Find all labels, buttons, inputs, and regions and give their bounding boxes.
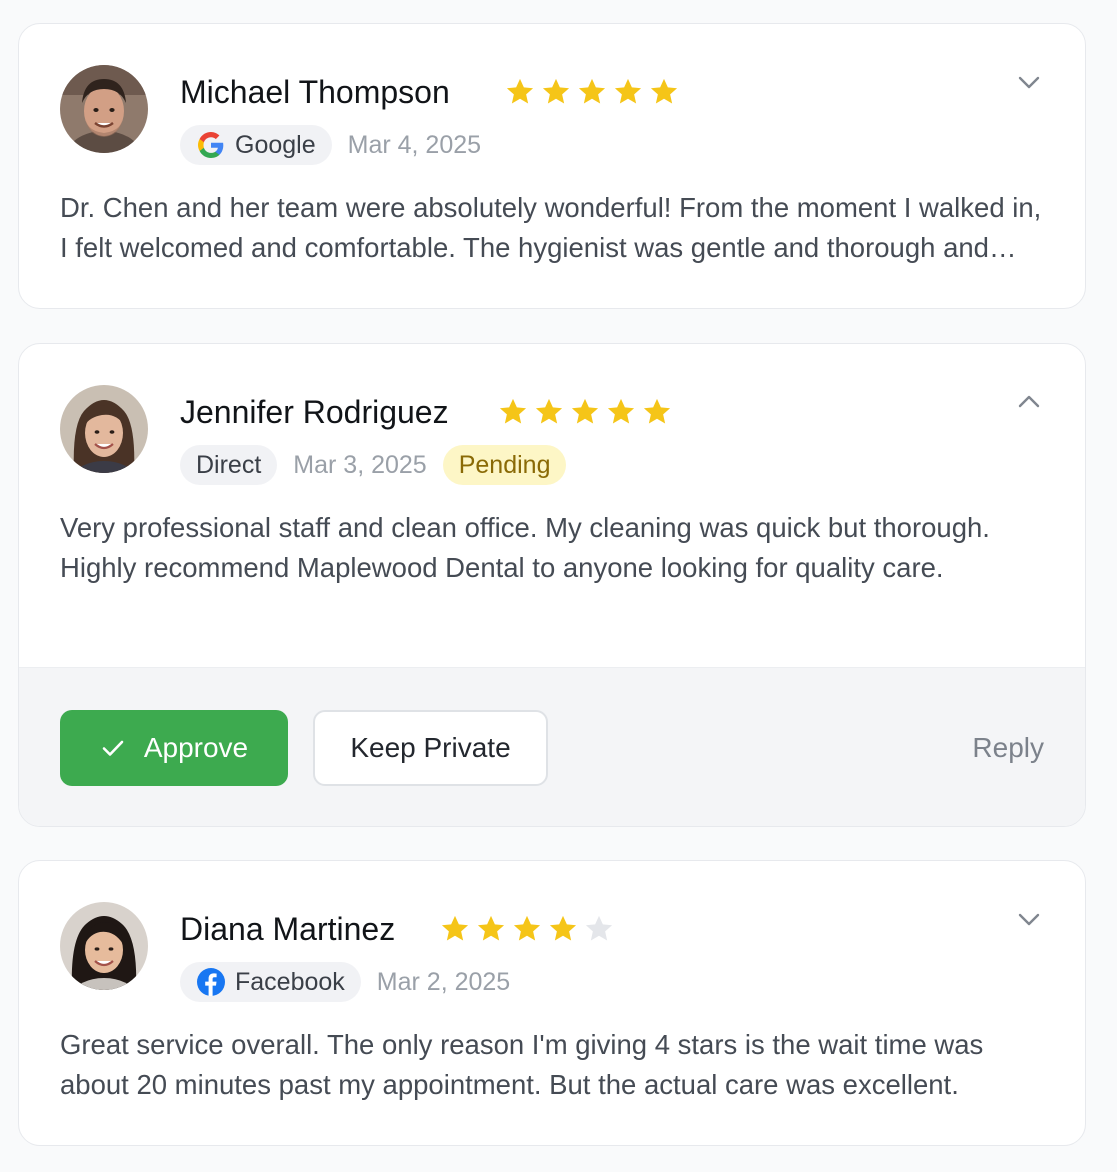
star-filled-icon (513, 915, 541, 941)
source-badge: Google (180, 125, 332, 165)
star-filled-icon (441, 915, 469, 941)
star-filled-icon (650, 78, 678, 104)
review-date: Mar 3, 2025 (293, 450, 427, 479)
source-label: Direct (196, 450, 262, 479)
avatar (60, 902, 148, 990)
review-text: Great service overall. The only reason I… (60, 1029, 984, 1100)
check-icon (102, 740, 124, 756)
star-filled-icon (535, 398, 563, 424)
reviewer-name: Jennifer Rodriguez (180, 394, 449, 430)
source-label: Facebook (235, 967, 345, 996)
approve-button[interactable]: Approve (60, 710, 288, 786)
star-rating (504, 72, 680, 112)
star-filled-icon (607, 398, 635, 424)
star-rating (497, 392, 673, 432)
reviews-list: Michael Thompson Google Mar 4, 2025 Dr. … (0, 0, 1117, 1172)
review-meta: Facebook Mar 2, 2025 (180, 962, 510, 1002)
source-badge: Direct (180, 445, 278, 485)
review-text: Dr. Chen and her team were absolutely wo… (60, 192, 1042, 263)
star-filled-icon (643, 398, 671, 424)
avatar (60, 385, 148, 473)
star-filled-icon (549, 915, 577, 941)
reviewer-name: Diana Martinez (180, 911, 396, 947)
review-actions: Approve Keep Private Reply (19, 667, 1085, 826)
review-date: Mar 4, 2025 (347, 130, 482, 159)
reviewer-name: Michael Thompson (180, 74, 450, 110)
review-meta: Google Mar 4, 2025 (180, 125, 481, 165)
star-filled-icon (614, 78, 642, 104)
chevron-down-icon[interactable] (1015, 68, 1043, 96)
google-icon (196, 130, 226, 160)
review-date: Mar 2, 2025 (376, 967, 511, 996)
review-meta: Direct Mar 3, 2025 Pending (180, 445, 567, 485)
reply-button[interactable]: Reply (972, 710, 1044, 786)
star-empty-icon (585, 915, 613, 941)
review-card[interactable]: Michael Thompson Google Mar 4, 2025 Dr. … (18, 23, 1086, 309)
review-card[interactable]: Jennifer Rodriguez Direct Mar 3, 2025 Pe… (18, 343, 1086, 827)
chevron-down-icon[interactable] (1015, 905, 1043, 933)
review-text: Very professional staff and clean office… (60, 512, 990, 583)
avatar (60, 65, 148, 153)
source-label: Google (235, 130, 316, 159)
star-filled-icon (477, 915, 505, 941)
star-filled-icon (578, 78, 606, 104)
star-filled-icon (542, 78, 570, 104)
keep-private-button[interactable]: Keep Private (313, 710, 548, 786)
star-filled-icon (499, 398, 527, 424)
source-badge: Facebook (180, 962, 361, 1002)
star-rating (439, 909, 615, 949)
approve-label: Approve (143, 732, 249, 763)
review-card[interactable]: Diana Martinez Facebook Mar 2, 2025 Grea… (18, 860, 1086, 1146)
chevron-up-icon[interactable] (1015, 388, 1043, 416)
star-filled-icon (506, 78, 534, 104)
facebook-icon (196, 967, 226, 997)
star-filled-icon (571, 398, 599, 424)
status-badge: Pending (442, 445, 567, 485)
